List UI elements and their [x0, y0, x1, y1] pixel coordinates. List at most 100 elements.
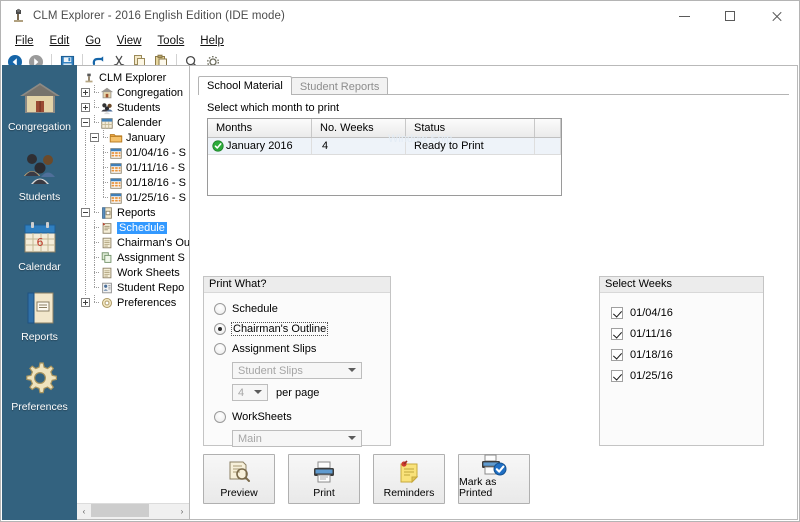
maximize-button[interactable]	[707, 1, 753, 31]
tree-line	[90, 160, 99, 175]
scroll-right-arrow-icon[interactable]: ›	[175, 504, 189, 519]
col-header-weeks[interactable]: No. Weeks	[311, 119, 406, 138]
print-what-groupbox: Print What? Schedule Chairman's Outline …	[203, 276, 391, 447]
menu-item-edit[interactable]: Edit	[42, 33, 78, 49]
menu-item-help[interactable]: Help	[192, 33, 232, 49]
col-header-blank[interactable]	[534, 119, 561, 138]
tab-school-material[interactable]: School Material	[198, 76, 292, 95]
radio-row-assignment-slips[interactable]: Assignment Slips	[214, 339, 390, 359]
green-check-icon	[212, 140, 224, 152]
col-header-status[interactable]: Status	[405, 119, 535, 138]
tree-node-week-4[interactable]: 01/25/16 - S	[77, 190, 189, 205]
tree-node-week-1[interactable]: 01/04/16 - S	[77, 145, 189, 160]
main-body: Congregation Students 6 Calendar Reports…	[2, 65, 798, 520]
tree-node-student-reports-label: Student Repo	[117, 281, 185, 294]
months-grid[interactable]: Window Snip Months No. Weeks Status Janu…	[207, 118, 562, 196]
per-page-label: per page	[276, 386, 320, 399]
printer-icon	[311, 455, 337, 488]
tab-student-reports[interactable]: Student Reports	[290, 77, 389, 95]
col-header-months[interactable]: Months	[208, 119, 312, 138]
sidebar-item-congregation[interactable]: Congregation	[2, 77, 77, 133]
radio-row-worksheets[interactable]: WorkSheets	[214, 407, 390, 427]
expander-plus-icon[interactable]	[81, 103, 90, 112]
menu-item-tools[interactable]: Tools	[149, 33, 192, 49]
week-checkbox-1[interactable]	[611, 306, 623, 319]
calendar-icon: 6	[17, 217, 63, 259]
tree-horizontal-scrollbar[interactable]: ‹ ›	[77, 503, 189, 519]
radio-row-schedule[interactable]: Schedule	[214, 299, 390, 319]
radio-chairmans-outline[interactable]	[214, 323, 226, 335]
tab-student-reports-label: Student Reports	[299, 80, 380, 93]
tree-node-schedule[interactable]: Schedule	[77, 220, 189, 235]
tree-node-week-1-label: 01/04/16 - S	[126, 146, 186, 159]
mark-as-printed-button[interactable]: Mark as Printed	[458, 454, 530, 504]
expander-plus-icon[interactable]	[81, 88, 90, 97]
scroll-track[interactable]	[91, 504, 175, 519]
tree-node-congregation[interactable]: Congregation	[77, 85, 189, 100]
tree-node-work-sheets[interactable]: Work Sheets	[77, 265, 189, 280]
reminders-button[interactable]: Reminders	[373, 454, 445, 504]
per-page-select-value: 4	[238, 386, 245, 399]
minimize-button[interactable]	[661, 1, 707, 31]
mark-as-printed-button-label: Mark as Printed	[459, 476, 497, 499]
per-page-row: 4 per page	[232, 384, 390, 401]
menu-file-label: File	[15, 35, 34, 47]
radio-worksheets[interactable]	[214, 411, 226, 423]
tree-node-chairmans-outline[interactable]: Chairman's Ou	[77, 235, 189, 250]
tree-line	[81, 190, 90, 205]
tree-node-week-4-label: 01/25/16 - S	[126, 191, 186, 204]
week-checkbox-row-4[interactable]: 01/25/16	[611, 365, 763, 386]
week-checkbox-row-3[interactable]: 01/18/16	[611, 344, 763, 365]
tree-view[interactable]: CLM Explorer Congregation Students Calen…	[77, 70, 189, 503]
sidebar-item-students[interactable]: Students	[2, 147, 77, 203]
week-checkbox-3[interactable]	[611, 348, 623, 361]
week-checkbox-4[interactable]	[611, 369, 623, 382]
tree-node-student-reports[interactable]: Student Repo	[77, 280, 189, 295]
week-checkbox-row-2[interactable]: 01/11/16	[611, 323, 763, 344]
tree-node-reports-label: Reports	[117, 206, 156, 219]
slips-icon	[100, 251, 114, 265]
tree-node-week-2[interactable]: 01/11/16 - S	[77, 160, 189, 175]
scroll-left-arrow-icon[interactable]: ‹	[77, 504, 91, 519]
radio-assignment-slips[interactable]	[214, 343, 226, 355]
sidebar-item-preferences[interactable]: Preferences	[2, 357, 77, 413]
radio-schedule[interactable]	[214, 303, 226, 315]
table-row[interactable]: January 2016 4 Ready to Print	[208, 137, 561, 155]
week-checkbox-row-1[interactable]: 01/04/16	[611, 302, 763, 323]
tree-node-reports[interactable]: Reports	[77, 205, 189, 220]
tree-node-preferences[interactable]: Preferences	[77, 295, 189, 310]
radio-row-chairmans-outline[interactable]: Chairman's Outline	[214, 319, 390, 339]
tree-node-root[interactable]: CLM Explorer	[77, 70, 189, 85]
worksheets-select[interactable]: Main	[232, 430, 362, 447]
sidebar-label-reports: Reports	[21, 331, 58, 343]
tree-node-january[interactable]: January	[77, 130, 189, 145]
student-slips-select[interactable]: Student Slips	[232, 362, 362, 379]
menu-item-view[interactable]: View	[109, 33, 150, 49]
reminders-button-label: Reminders	[383, 487, 435, 499]
tree-line	[99, 160, 109, 175]
expander-minus-icon[interactable]	[81, 118, 90, 127]
close-button[interactable]	[753, 1, 799, 31]
tree-node-calender[interactable]: Calender	[77, 115, 189, 130]
tree-node-week-2-label: 01/11/16 - S	[126, 161, 186, 174]
scroll-thumb[interactable]	[91, 504, 149, 517]
expander-minus-icon[interactable]	[81, 208, 90, 217]
expander-plus-icon[interactable]	[81, 298, 90, 307]
menu-item-file[interactable]: File	[7, 33, 42, 49]
print-button[interactable]: Print	[288, 454, 360, 504]
sidebar-item-reports[interactable]: Reports	[2, 287, 77, 343]
tree-line	[81, 130, 90, 145]
preview-button[interactable]: Preview	[203, 454, 275, 504]
per-page-select[interactable]: 4	[232, 384, 268, 401]
tree-node-students[interactable]: Students	[77, 100, 189, 115]
tree-node-week-3[interactable]: 01/18/16 - S	[77, 175, 189, 190]
tree-node-assignment-slips[interactable]: Assignment S	[77, 250, 189, 265]
tree-node-students-label: Students	[117, 101, 161, 114]
week-checkbox-2[interactable]	[611, 327, 623, 340]
tree-node-root-label: CLM Explorer	[99, 71, 167, 84]
folder-icon	[109, 131, 123, 145]
sidebar-item-calendar[interactable]: 6 Calendar	[2, 217, 77, 273]
expander-minus-icon[interactable]	[90, 133, 99, 142]
tree-line	[81, 235, 90, 250]
menu-item-go[interactable]: Go	[77, 33, 108, 49]
